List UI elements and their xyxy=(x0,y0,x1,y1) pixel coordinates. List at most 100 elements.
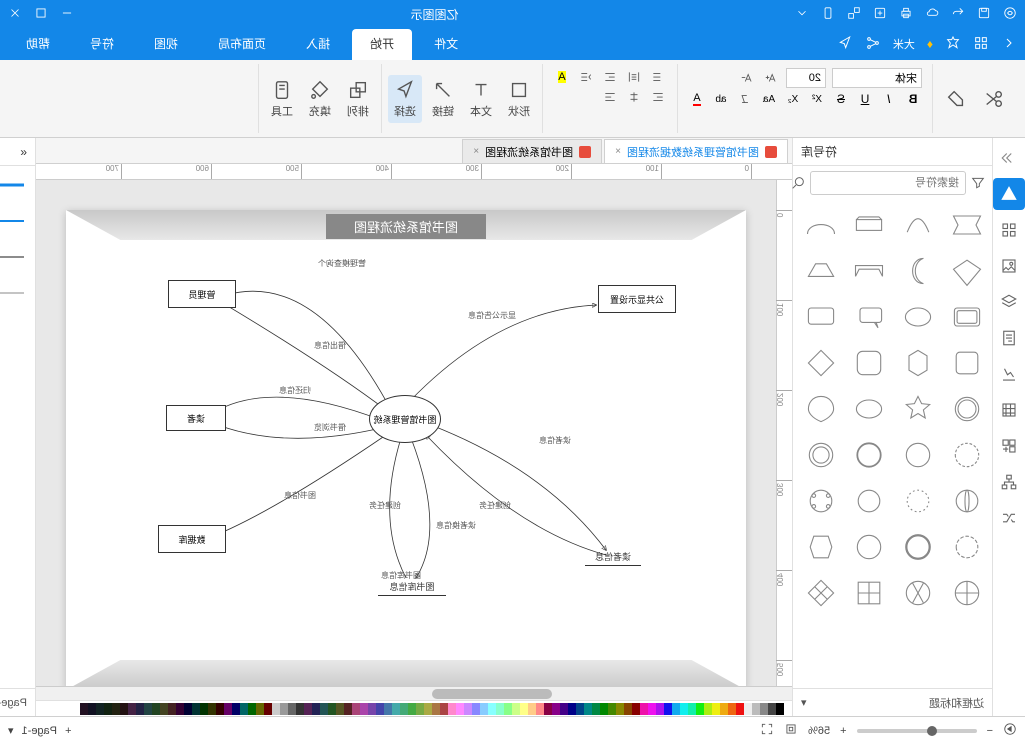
shape-item[interactable] xyxy=(800,250,842,292)
color-swatch[interactable] xyxy=(432,703,440,715)
shape-item[interactable] xyxy=(849,250,891,292)
shape-item[interactable] xyxy=(897,296,939,338)
shape-item[interactable] xyxy=(849,388,891,430)
undo-icon[interactable] xyxy=(951,6,965,23)
shapes-tool[interactable] xyxy=(993,178,1025,210)
color-swatch[interactable] xyxy=(568,703,576,715)
color-swatch[interactable] xyxy=(128,703,136,715)
plugin-tool[interactable] xyxy=(993,430,1025,462)
color-swatch[interactable] xyxy=(296,703,304,715)
color-swatch[interactable] xyxy=(392,703,400,715)
color-swatch[interactable] xyxy=(144,703,152,715)
align-mid-icon[interactable] xyxy=(625,88,643,106)
dropdown-icon[interactable] xyxy=(795,6,809,23)
user-name[interactable]: 大米 xyxy=(893,36,915,52)
color-swatch[interactable] xyxy=(80,703,88,715)
color-swatch[interactable] xyxy=(520,703,528,715)
table-tool[interactable] xyxy=(993,394,1025,426)
color-swatch[interactable] xyxy=(248,703,256,715)
shape-item[interactable] xyxy=(849,434,891,476)
filter-icon[interactable] xyxy=(970,171,986,195)
shape-item[interactable] xyxy=(800,204,842,246)
tool-button[interactable]: 工具 xyxy=(265,75,299,123)
color-swatch[interactable] xyxy=(696,703,704,715)
shape-item[interactable] xyxy=(849,480,891,522)
color-swatch[interactable] xyxy=(352,703,360,715)
strike-icon[interactable]: S xyxy=(832,90,850,108)
color-swatch[interactable] xyxy=(472,703,480,715)
zoom-out-icon[interactable]: − xyxy=(987,725,993,737)
style-item[interactable] xyxy=(0,280,29,306)
color-swatch[interactable] xyxy=(224,703,232,715)
shape-item[interactable] xyxy=(946,296,988,338)
color-swatch[interactable] xyxy=(384,703,392,715)
shape-item[interactable] xyxy=(849,342,891,384)
color-swatch[interactable] xyxy=(648,703,656,715)
text-button[interactable]: 文本 xyxy=(464,75,498,123)
grid-tool[interactable] xyxy=(993,214,1025,246)
shape-item[interactable] xyxy=(800,342,842,384)
color-swatch[interactable] xyxy=(672,703,680,715)
shape-item[interactable] xyxy=(800,434,842,476)
print-icon[interactable] xyxy=(899,6,913,23)
collapse-icon[interactable] xyxy=(993,142,1025,174)
shape-item[interactable] xyxy=(849,204,891,246)
random-tool[interactable] xyxy=(993,502,1025,534)
color-swatch[interactable] xyxy=(168,703,176,715)
bold-icon[interactable]: B xyxy=(904,90,922,108)
color-swatch[interactable] xyxy=(560,703,568,715)
cloud-icon[interactable] xyxy=(925,6,939,23)
shape-item[interactable] xyxy=(897,388,939,430)
connector-button[interactable]: 链接 xyxy=(426,75,460,123)
scrollbar-horizontal[interactable] xyxy=(36,686,792,700)
color-swatch[interactable] xyxy=(664,703,672,715)
color-swatch[interactable] xyxy=(752,703,760,715)
color-swatch[interactable] xyxy=(448,703,456,715)
shapes-search-input[interactable] xyxy=(810,171,966,195)
color-swatch[interactable] xyxy=(232,703,240,715)
panel-collapse-icon[interactable]: « xyxy=(20,145,27,159)
sub-icon[interactable]: X₂ xyxy=(784,90,802,108)
diagram-box[interactable]: 公共显示设置 xyxy=(598,285,676,313)
color-swatch[interactable] xyxy=(408,703,416,715)
color-swatch[interactable] xyxy=(528,703,536,715)
color-swatch[interactable] xyxy=(312,703,320,715)
save-icon[interactable] xyxy=(977,6,991,23)
shape-item[interactable] xyxy=(897,204,939,246)
color-swatch[interactable] xyxy=(656,703,664,715)
color-swatch[interactable] xyxy=(416,703,424,715)
shape-item[interactable] xyxy=(897,434,939,476)
color-swatch[interactable] xyxy=(552,703,560,715)
color-swatch[interactable] xyxy=(704,703,712,715)
color-swatch[interactable] xyxy=(424,703,432,715)
diagram-box[interactable]: 读者 xyxy=(166,405,226,431)
diagram-text[interactable]: 图书库信息 xyxy=(378,580,446,596)
color-swatch[interactable] xyxy=(320,703,328,715)
page[interactable]: 图书馆系统流程图 图书馆管理系统 xyxy=(66,210,746,686)
phone-icon[interactable] xyxy=(821,6,835,23)
color-swatch[interactable] xyxy=(736,703,744,715)
back-icon[interactable] xyxy=(1001,35,1017,54)
shape-item[interactable] xyxy=(897,250,939,292)
color-swatch[interactable] xyxy=(136,703,144,715)
highlight-icon[interactable]: A xyxy=(553,68,571,86)
shape-item[interactable] xyxy=(946,572,988,614)
shape-item[interactable] xyxy=(897,572,939,614)
image-tool[interactable] xyxy=(993,250,1025,282)
color-swatch[interactable] xyxy=(488,703,496,715)
fill-button[interactable]: 填充 xyxy=(303,75,337,123)
diagram-box[interactable]: 管理员 xyxy=(168,280,236,308)
color-swatch[interactable] xyxy=(376,703,384,715)
color-swatch[interactable] xyxy=(176,703,184,715)
super-icon[interactable]: X² xyxy=(808,90,826,108)
color-swatch[interactable] xyxy=(768,703,776,715)
share-icon[interactable] xyxy=(847,6,861,23)
page-tool[interactable] xyxy=(993,322,1025,354)
shape-item[interactable] xyxy=(849,296,891,338)
color-swatch[interactable] xyxy=(184,703,192,715)
layers-tool[interactable] xyxy=(993,286,1025,318)
doc-tab[interactable]: 图书馆系统流程图× xyxy=(462,139,602,163)
color-swatch[interactable] xyxy=(328,703,336,715)
color-swatch[interactable] xyxy=(240,703,248,715)
fontcolor-icon[interactable]: A xyxy=(688,90,706,108)
